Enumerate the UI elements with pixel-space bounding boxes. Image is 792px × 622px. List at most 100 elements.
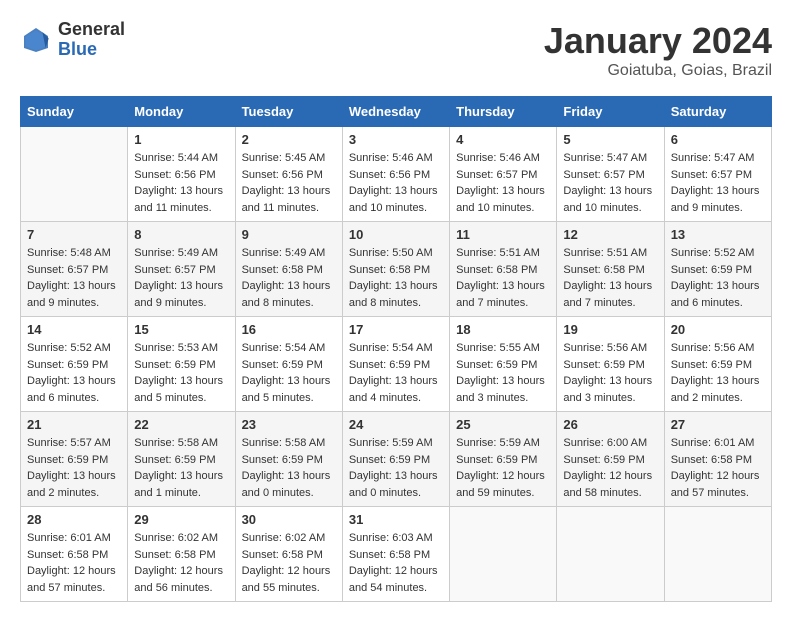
calendar-cell: 14 Sunrise: 5:52 AMSunset: 6:59 PMDayligh… bbox=[21, 317, 128, 412]
day-info: Sunrise: 5:52 AMSunset: 6:59 PMDaylight:… bbox=[27, 340, 121, 406]
location: Goiatuba, Goias, Brazil bbox=[544, 62, 772, 80]
calendar-cell: 10 Sunrise: 5:50 AMSunset: 6:58 PMDayligh… bbox=[342, 222, 449, 317]
day-info: Sunrise: 5:50 AMSunset: 6:58 PMDaylight:… bbox=[349, 245, 443, 311]
day-number: 10 bbox=[349, 227, 443, 242]
calendar-header-row: SundayMondayTuesdayWednesdayThursdayFrid… bbox=[21, 97, 772, 127]
day-number: 1 bbox=[134, 132, 228, 147]
calendar-cell: 3 Sunrise: 5:46 AMSunset: 6:56 PMDaylight… bbox=[342, 127, 449, 222]
calendar-week-row: 7 Sunrise: 5:48 AMSunset: 6:57 PMDaylight… bbox=[21, 222, 772, 317]
day-info: Sunrise: 5:49 AMSunset: 6:57 PMDaylight:… bbox=[134, 245, 228, 311]
calendar-cell bbox=[450, 507, 557, 602]
calendar-cell: 15 Sunrise: 5:53 AMSunset: 6:59 PMDayligh… bbox=[128, 317, 235, 412]
day-number: 11 bbox=[456, 227, 550, 242]
calendar-cell: 4 Sunrise: 5:46 AMSunset: 6:57 PMDaylight… bbox=[450, 127, 557, 222]
day-info: Sunrise: 5:55 AMSunset: 6:59 PMDaylight:… bbox=[456, 340, 550, 406]
calendar-cell: 7 Sunrise: 5:48 AMSunset: 6:57 PMDaylight… bbox=[21, 222, 128, 317]
day-info: Sunrise: 5:47 AMSunset: 6:57 PMDaylight:… bbox=[563, 150, 657, 216]
calendar-cell: 13 Sunrise: 5:52 AMSunset: 6:59 PMDayligh… bbox=[664, 222, 771, 317]
day-info: Sunrise: 5:59 AMSunset: 6:59 PMDaylight:… bbox=[349, 435, 443, 501]
day-number: 17 bbox=[349, 322, 443, 337]
logo: General Blue bbox=[20, 20, 125, 60]
day-info: Sunrise: 5:52 AMSunset: 6:59 PMDaylight:… bbox=[671, 245, 765, 311]
calendar-week-row: 21Sunrise: 5:57 AMSunset: 6:59 PMDayligh… bbox=[21, 412, 772, 507]
calendar-cell: 25 Sunrise: 5:59 AMSunset: 6:59 PMDayligh… bbox=[450, 412, 557, 507]
title-block: January 2024 Goiatuba, Goias, Brazil bbox=[544, 20, 772, 80]
logo-blue: Blue bbox=[58, 40, 125, 60]
calendar-cell: 21Sunrise: 5:57 AMSunset: 6:59 PMDayligh… bbox=[21, 412, 128, 507]
day-number: 6 bbox=[671, 132, 765, 147]
day-number: 7 bbox=[27, 227, 121, 242]
day-header-sunday: Sunday bbox=[21, 97, 128, 127]
day-number: 27 bbox=[671, 417, 765, 432]
calendar-cell bbox=[557, 507, 664, 602]
month-title: January 2024 bbox=[544, 20, 772, 62]
day-info: Sunrise: 5:47 AMSunset: 6:57 PMDaylight:… bbox=[671, 150, 765, 216]
day-info: Sunrise: 6:01 AMSunset: 6:58 PMDaylight:… bbox=[671, 435, 765, 501]
calendar-cell: 12Sunrise: 5:51 AMSunset: 6:58 PMDayligh… bbox=[557, 222, 664, 317]
day-info: Sunrise: 5:53 AMSunset: 6:59 PMDaylight:… bbox=[134, 340, 228, 406]
calendar-cell: 9Sunrise: 5:49 AMSunset: 6:58 PMDaylight… bbox=[235, 222, 342, 317]
day-header-friday: Friday bbox=[557, 97, 664, 127]
day-info: Sunrise: 6:03 AMSunset: 6:58 PMDaylight:… bbox=[349, 530, 443, 596]
day-info: Sunrise: 5:54 AMSunset: 6:59 PMDaylight:… bbox=[349, 340, 443, 406]
calendar-cell: 8 Sunrise: 5:49 AMSunset: 6:57 PMDaylight… bbox=[128, 222, 235, 317]
day-number: 12 bbox=[563, 227, 657, 242]
calendar-cell: 11 Sunrise: 5:51 AMSunset: 6:58 PMDayligh… bbox=[450, 222, 557, 317]
day-number: 15 bbox=[134, 322, 228, 337]
day-number: 22 bbox=[134, 417, 228, 432]
calendar-cell: 6 Sunrise: 5:47 AMSunset: 6:57 PMDaylight… bbox=[664, 127, 771, 222]
calendar-cell: 31 Sunrise: 6:03 AMSunset: 6:58 PMDayligh… bbox=[342, 507, 449, 602]
day-number: 25 bbox=[456, 417, 550, 432]
day-number: 14 bbox=[27, 322, 121, 337]
day-info: Sunrise: 6:00 AMSunset: 6:59 PMDaylight:… bbox=[563, 435, 657, 501]
day-number: 5 bbox=[563, 132, 657, 147]
calendar-cell: 2Sunrise: 5:45 AMSunset: 6:56 PMDaylight… bbox=[235, 127, 342, 222]
day-header-tuesday: Tuesday bbox=[235, 97, 342, 127]
day-number: 13 bbox=[671, 227, 765, 242]
calendar-cell: 1 Sunrise: 5:44 AMSunset: 6:56 PMDaylight… bbox=[128, 127, 235, 222]
day-number: 9 bbox=[242, 227, 336, 242]
logo-text: General Blue bbox=[58, 20, 125, 60]
day-info: Sunrise: 5:58 AMSunset: 6:59 PMDaylight:… bbox=[134, 435, 228, 501]
logo-general: General bbox=[58, 20, 125, 40]
day-number: 30 bbox=[242, 512, 336, 527]
day-header-monday: Monday bbox=[128, 97, 235, 127]
day-info: Sunrise: 5:51 AMSunset: 6:58 PMDaylight:… bbox=[456, 245, 550, 311]
calendar-cell: 22 Sunrise: 5:58 AMSunset: 6:59 PMDayligh… bbox=[128, 412, 235, 507]
day-number: 4 bbox=[456, 132, 550, 147]
day-info: Sunrise: 6:02 AMSunset: 6:58 PMDaylight:… bbox=[242, 530, 336, 596]
calendar-cell: 24Sunrise: 5:59 AMSunset: 6:59 PMDayligh… bbox=[342, 412, 449, 507]
day-number: 3 bbox=[349, 132, 443, 147]
day-info: Sunrise: 5:59 AMSunset: 6:59 PMDaylight:… bbox=[456, 435, 550, 501]
day-info: Sunrise: 5:56 AMSunset: 6:59 PMDaylight:… bbox=[671, 340, 765, 406]
day-number: 8 bbox=[134, 227, 228, 242]
calendar-cell bbox=[664, 507, 771, 602]
calendar-cell: 29 Sunrise: 6:02 AMSunset: 6:58 PMDayligh… bbox=[128, 507, 235, 602]
day-number: 31 bbox=[349, 512, 443, 527]
day-header-saturday: Saturday bbox=[664, 97, 771, 127]
day-number: 16 bbox=[242, 322, 336, 337]
day-info: Sunrise: 5:56 AMSunset: 6:59 PMDaylight:… bbox=[563, 340, 657, 406]
calendar-table: SundayMondayTuesdayWednesdayThursdayFrid… bbox=[20, 96, 772, 602]
calendar-cell: 28Sunrise: 6:01 AMSunset: 6:58 PMDayligh… bbox=[21, 507, 128, 602]
day-header-wednesday: Wednesday bbox=[342, 97, 449, 127]
day-number: 28 bbox=[27, 512, 121, 527]
calendar-cell: 20Sunrise: 5:56 AMSunset: 6:59 PMDayligh… bbox=[664, 317, 771, 412]
calendar-cell: 30 Sunrise: 6:02 AMSunset: 6:58 PMDayligh… bbox=[235, 507, 342, 602]
day-info: Sunrise: 5:46 AMSunset: 6:56 PMDaylight:… bbox=[349, 150, 443, 216]
day-info: Sunrise: 5:58 AMSunset: 6:59 PMDaylight:… bbox=[242, 435, 336, 501]
day-info: Sunrise: 5:48 AMSunset: 6:57 PMDaylight:… bbox=[27, 245, 121, 311]
day-number: 19 bbox=[563, 322, 657, 337]
day-info: Sunrise: 5:44 AMSunset: 6:56 PMDaylight:… bbox=[134, 150, 228, 216]
day-info: Sunrise: 6:02 AMSunset: 6:58 PMDaylight:… bbox=[134, 530, 228, 596]
calendar-cell: 18 Sunrise: 5:55 AMSunset: 6:59 PMDayligh… bbox=[450, 317, 557, 412]
calendar-week-row: 1 Sunrise: 5:44 AMSunset: 6:56 PMDaylight… bbox=[21, 127, 772, 222]
calendar-cell: 5 Sunrise: 5:47 AMSunset: 6:57 PMDaylight… bbox=[557, 127, 664, 222]
day-number: 18 bbox=[456, 322, 550, 337]
day-number: 29 bbox=[134, 512, 228, 527]
calendar-cell: 23Sunrise: 5:58 AMSunset: 6:59 PMDayligh… bbox=[235, 412, 342, 507]
page-header: General Blue January 2024 Goiatuba, Goia… bbox=[20, 20, 772, 80]
calendar-cell: 26Sunrise: 6:00 AMSunset: 6:59 PMDayligh… bbox=[557, 412, 664, 507]
day-info: Sunrise: 5:46 AMSunset: 6:57 PMDaylight:… bbox=[456, 150, 550, 216]
calendar-cell bbox=[21, 127, 128, 222]
